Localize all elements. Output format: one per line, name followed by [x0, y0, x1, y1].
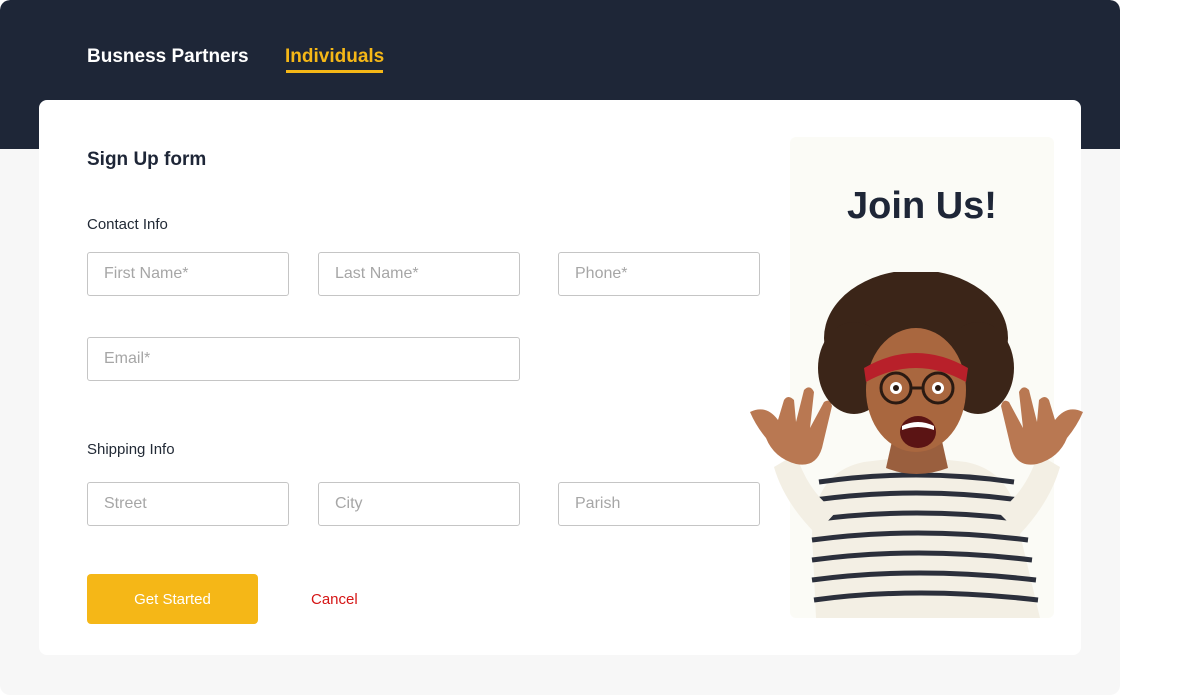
last-name-field[interactable]	[318, 252, 520, 296]
tab-business-partners[interactable]: Busness Partners	[87, 46, 249, 68]
parish-field[interactable]	[558, 482, 760, 526]
first-name-field[interactable]	[87, 252, 289, 296]
excited-woman-photo	[750, 272, 1083, 618]
phone-field[interactable]	[558, 252, 760, 296]
get-started-button[interactable]: Get Started	[87, 574, 258, 624]
street-field[interactable]	[87, 482, 289, 526]
cancel-button[interactable]: Cancel	[311, 591, 358, 608]
form-title: Sign Up form	[87, 149, 207, 170]
tab-individuals[interactable]: Individuals	[285, 46, 384, 68]
promo-title: Join Us!	[847, 185, 997, 227]
page-background: Busness Partners Individuals Sign Up for…	[0, 0, 1120, 695]
signup-card: Sign Up form Contact Info Shipping Info …	[39, 100, 1083, 655]
city-field[interactable]	[318, 482, 520, 526]
email-field[interactable]	[87, 337, 520, 381]
active-tab-indicator	[286, 70, 383, 73]
shipping-info-label: Shipping Info	[87, 441, 175, 458]
contact-info-label: Contact Info	[87, 216, 168, 233]
